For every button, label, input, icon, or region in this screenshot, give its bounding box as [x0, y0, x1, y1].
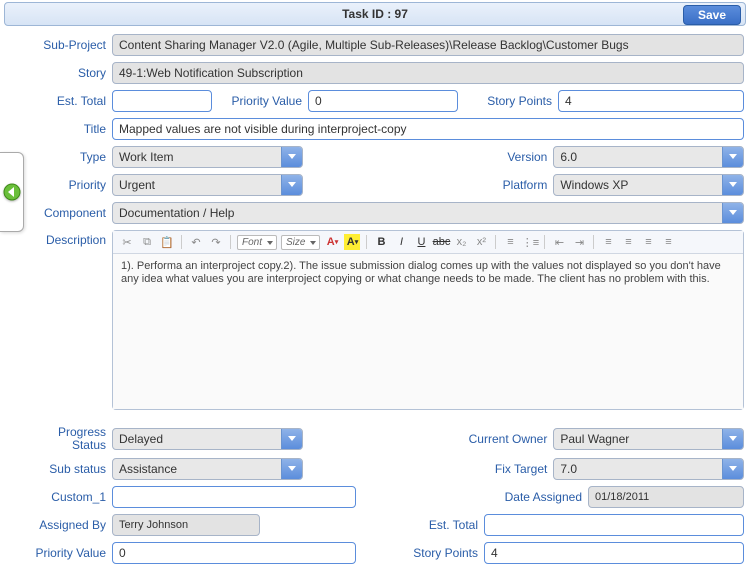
superscript-icon[interactable]: x²	[473, 234, 489, 250]
paste-icon[interactable]: 📋	[159, 234, 175, 250]
assigned-by-field: Terry Johnson	[112, 514, 260, 536]
priority-value-input[interactable]	[308, 90, 458, 112]
header-bar: Task ID : 97 Save	[4, 2, 746, 26]
label-description: Description	[28, 230, 112, 247]
label-story: Story	[28, 67, 112, 80]
list-bullet-icon[interactable]: ⋮≡	[522, 234, 538, 250]
story-points-2-input[interactable]	[484, 542, 744, 564]
label-current-owner: Current Owner	[463, 433, 553, 446]
label-title: Title	[28, 123, 112, 136]
platform-select[interactable]: Windows XP	[553, 174, 744, 196]
indent-icon[interactable]: ⇥	[571, 234, 587, 250]
priority-select[interactable]: Urgent	[112, 174, 303, 196]
label-platform: Platform	[463, 179, 553, 192]
label-priority: Priority	[28, 179, 112, 192]
label-progress-status: Progress Status	[28, 426, 112, 452]
list-ordered-icon[interactable]: ≡	[502, 234, 518, 250]
page-title: Task ID : 97	[342, 7, 408, 21]
redo-icon[interactable]: ↷	[208, 234, 224, 250]
label-est-total: Est. Total	[28, 95, 112, 108]
align-center-icon[interactable]: ≡	[620, 234, 636, 250]
version-select[interactable]: 6.0	[553, 146, 744, 168]
side-handle[interactable]	[0, 152, 24, 232]
outdent-icon[interactable]: ⇤	[551, 234, 567, 250]
size-select[interactable]: Size	[281, 235, 320, 250]
chevron-down-icon	[288, 154, 296, 159]
chevron-down-icon	[288, 436, 296, 441]
label-type: Type	[28, 151, 112, 164]
chevron-down-icon	[729, 182, 737, 187]
strike-icon[interactable]: abc	[433, 234, 449, 250]
type-select[interactable]: Work Item	[112, 146, 303, 168]
highlight-icon[interactable]: A▾	[344, 234, 360, 250]
label-version: Version	[463, 151, 553, 164]
underline-icon[interactable]: U	[413, 234, 429, 250]
label-story-points: Story Points	[458, 95, 558, 108]
label-est-total-2: Est. Total	[394, 519, 484, 532]
back-arrow-icon	[3, 183, 21, 201]
progress-status-select[interactable]: Delayed	[112, 428, 303, 450]
subscript-icon[interactable]: x₂	[453, 234, 469, 250]
task-form: Sub-Project Content Sharing Manager V2.0…	[28, 34, 744, 565]
custom-1-input[interactable]	[112, 486, 356, 508]
chevron-down-icon	[729, 210, 737, 215]
sub-status-select[interactable]: Assistance	[112, 458, 303, 480]
label-sub-project: Sub-Project	[28, 39, 112, 52]
label-component: Component	[28, 207, 112, 220]
label-date-assigned: Date Assigned	[498, 491, 588, 504]
current-owner-select[interactable]: Paul Wagner	[553, 428, 744, 450]
label-priority-value: Priority Value	[212, 95, 308, 108]
copy-icon[interactable]: ⧉	[139, 234, 155, 250]
align-left-icon[interactable]: ≡	[600, 234, 616, 250]
description-editor: ✂ ⧉ 📋 ↶ ↷ Font Size A▾ A▾ B I U abc x₂ x…	[112, 230, 744, 410]
bold-icon[interactable]: B	[373, 234, 389, 250]
save-button[interactable]: Save	[683, 5, 741, 25]
fix-target-select[interactable]: 7.0	[553, 458, 744, 480]
cut-icon[interactable]: ✂	[119, 234, 135, 250]
editor-toolbar: ✂ ⧉ 📋 ↶ ↷ Font Size A▾ A▾ B I U abc x₂ x…	[113, 231, 743, 254]
font-select[interactable]: Font	[237, 235, 277, 250]
est-total-2-input[interactable]	[484, 514, 744, 536]
label-priority-value-2: Priority Value	[28, 547, 112, 560]
component-select[interactable]: Documentation / Help	[112, 202, 744, 224]
chevron-down-icon	[729, 154, 737, 159]
sub-project-field: Content Sharing Manager V2.0 (Agile, Mul…	[112, 34, 744, 56]
label-custom-1: Custom_1	[28, 491, 112, 504]
description-textarea[interactable]: 1). Performa an interproject copy.2). Th…	[113, 254, 743, 409]
align-justify-icon[interactable]: ≡	[660, 234, 676, 250]
title-input[interactable]	[112, 118, 744, 140]
align-right-icon[interactable]: ≡	[640, 234, 656, 250]
chevron-down-icon	[729, 436, 737, 441]
label-assigned-by: Assigned By	[28, 519, 112, 532]
est-total-input[interactable]	[112, 90, 212, 112]
text-color-icon[interactable]: A▾	[324, 234, 340, 250]
italic-icon[interactable]: I	[393, 234, 409, 250]
date-assigned-field: 01/18/2011	[588, 486, 744, 508]
priority-value-2-input[interactable]	[112, 542, 356, 564]
chevron-down-icon	[288, 182, 296, 187]
story-field: 49-1:Web Notification Subscription	[112, 62, 744, 84]
label-story-points-2: Story Points	[394, 547, 484, 560]
label-sub-status: Sub status	[28, 463, 112, 476]
undo-icon[interactable]: ↶	[188, 234, 204, 250]
label-fix-target: Fix Target	[463, 463, 553, 476]
story-points-input[interactable]	[558, 90, 744, 112]
chevron-down-icon	[729, 466, 737, 471]
chevron-down-icon	[288, 466, 296, 471]
